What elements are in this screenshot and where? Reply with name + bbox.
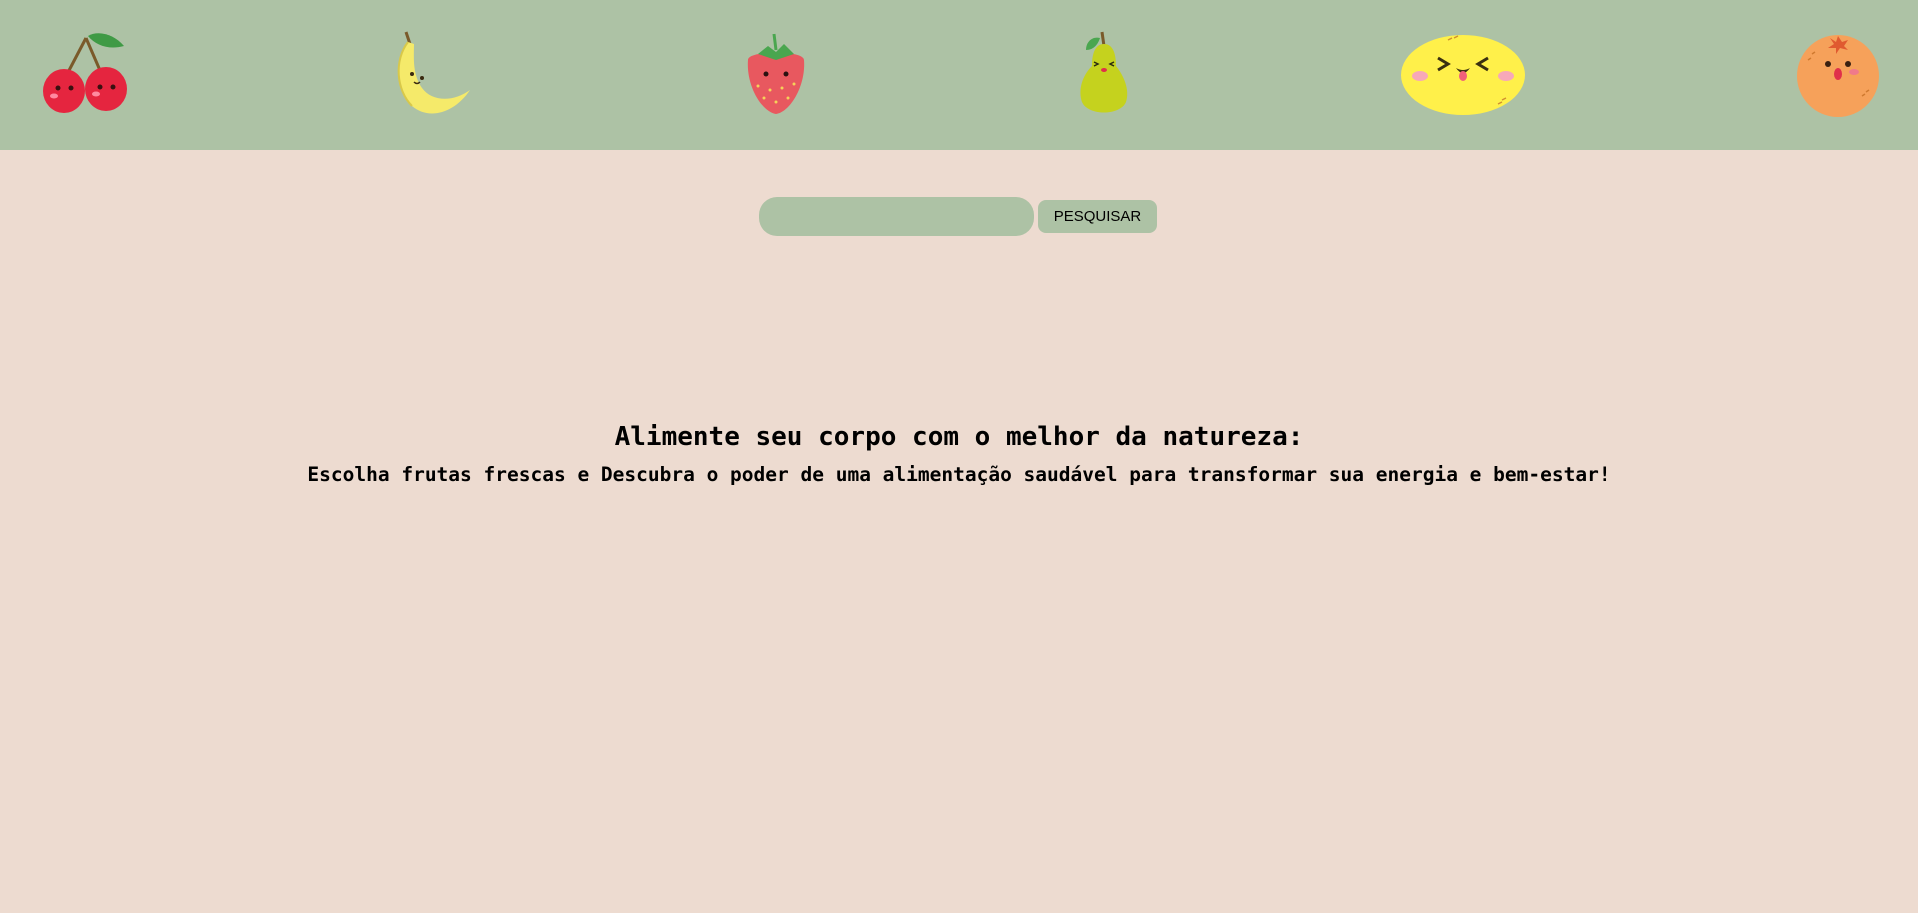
pear-icon bbox=[1076, 30, 1130, 118]
header-bar bbox=[0, 0, 1918, 150]
cherry-icon bbox=[40, 30, 132, 118]
search-bar: PESQUISAR bbox=[759, 196, 1157, 236]
lemon-icon bbox=[1398, 30, 1528, 118]
search-input[interactable] bbox=[759, 196, 1034, 236]
hero-subtitle: Escolha frutas frescas e Descubra o pode… bbox=[307, 463, 1611, 486]
search-button[interactable]: PESQUISAR bbox=[1038, 199, 1157, 233]
strawberry-icon bbox=[740, 30, 812, 118]
hero-title: Alimente seu corpo com o melhor da natur… bbox=[614, 422, 1304, 452]
banana-icon bbox=[392, 30, 472, 118]
hero-section: Alimente seu corpo com o melhor da natur… bbox=[0, 417, 1918, 493]
orange-icon bbox=[1796, 30, 1880, 118]
